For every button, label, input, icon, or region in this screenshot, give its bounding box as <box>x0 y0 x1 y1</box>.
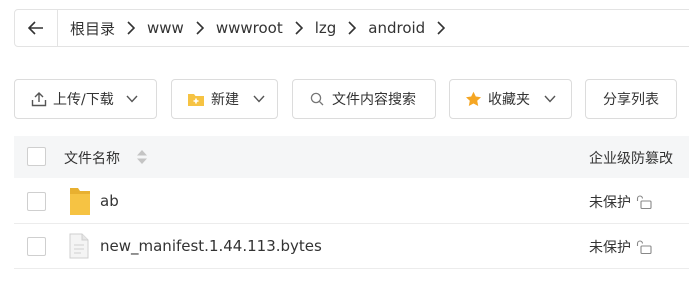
search-icon <box>310 92 324 106</box>
chevron-right-icon <box>425 21 446 35</box>
chevron-right-icon <box>184 21 204 35</box>
chevron-down-icon <box>253 95 265 103</box>
content-search-label: 文件内容搜索 <box>332 92 416 108</box>
protection-status: 未保护 <box>589 240 631 256</box>
chevron-right-icon <box>336 21 357 35</box>
favorites-button[interactable]: 收藏夹 <box>449 79 572 119</box>
file-icon <box>69 233 89 263</box>
folder-icon <box>69 186 91 220</box>
protection-status: 未保护 <box>589 195 631 211</box>
name-column-header[interactable]: 文件名称 <box>64 148 120 168</box>
chevron-right-icon <box>283 21 303 35</box>
unlock-icon[interactable] <box>636 195 652 213</box>
breadcrumb-item-wwwroot[interactable]: wwwroot <box>204 19 283 37</box>
back-button[interactable] <box>15 10 58 46</box>
new-button[interactable]: 新建 <box>171 79 278 119</box>
file-manager: 根目录 www wwwroot lzg android 上传/下载 新建 文件内… <box>0 0 689 284</box>
table-row[interactable]: ab 未保护 <box>14 179 689 224</box>
upload-download-button[interactable]: 上传/下载 <box>14 79 157 119</box>
row-checkbox[interactable] <box>27 237 46 256</box>
content-search-button[interactable]: 文件内容搜索 <box>292 79 436 119</box>
file-name[interactable]: ab <box>100 192 119 210</box>
row-checkbox[interactable] <box>27 192 46 211</box>
sort-icon[interactable] <box>136 148 148 170</box>
new-folder-icon <box>187 92 205 107</box>
breadcrumb-item-www[interactable]: www <box>135 19 184 37</box>
favorites-label: 收藏夹 <box>488 92 530 108</box>
share-list-label: 分享列表 <box>603 92 659 108</box>
star-icon <box>465 91 482 107</box>
breadcrumb-item-android[interactable]: android <box>356 19 425 37</box>
tamper-protection-column-header: 企业级防篡改 <box>589 151 673 167</box>
share-list-button[interactable]: 分享列表 <box>585 79 677 119</box>
unlock-icon[interactable] <box>636 240 652 258</box>
upload-icon <box>31 91 47 107</box>
chevron-down-icon <box>544 95 556 103</box>
select-all-checkbox[interactable] <box>27 147 46 166</box>
new-label: 新建 <box>211 92 239 108</box>
table-header: 文件名称 企业级防篡改 <box>14 136 689 178</box>
breadcrumb: 根目录 www wwwroot lzg android <box>14 9 689 47</box>
chevron-right-icon <box>115 21 136 35</box>
table-row[interactable]: new_manifest.1.44.113.bytes 未保护 <box>14 224 689 269</box>
breadcrumb-item-lzg[interactable]: lzg <box>303 19 337 37</box>
arrow-left-icon <box>28 21 43 35</box>
upload-download-label: 上传/下载 <box>53 92 114 108</box>
chevron-down-icon <box>126 95 138 103</box>
file-name[interactable]: new_manifest.1.44.113.bytes <box>100 237 322 255</box>
breadcrumb-item-root[interactable]: 根目录 <box>58 18 115 39</box>
